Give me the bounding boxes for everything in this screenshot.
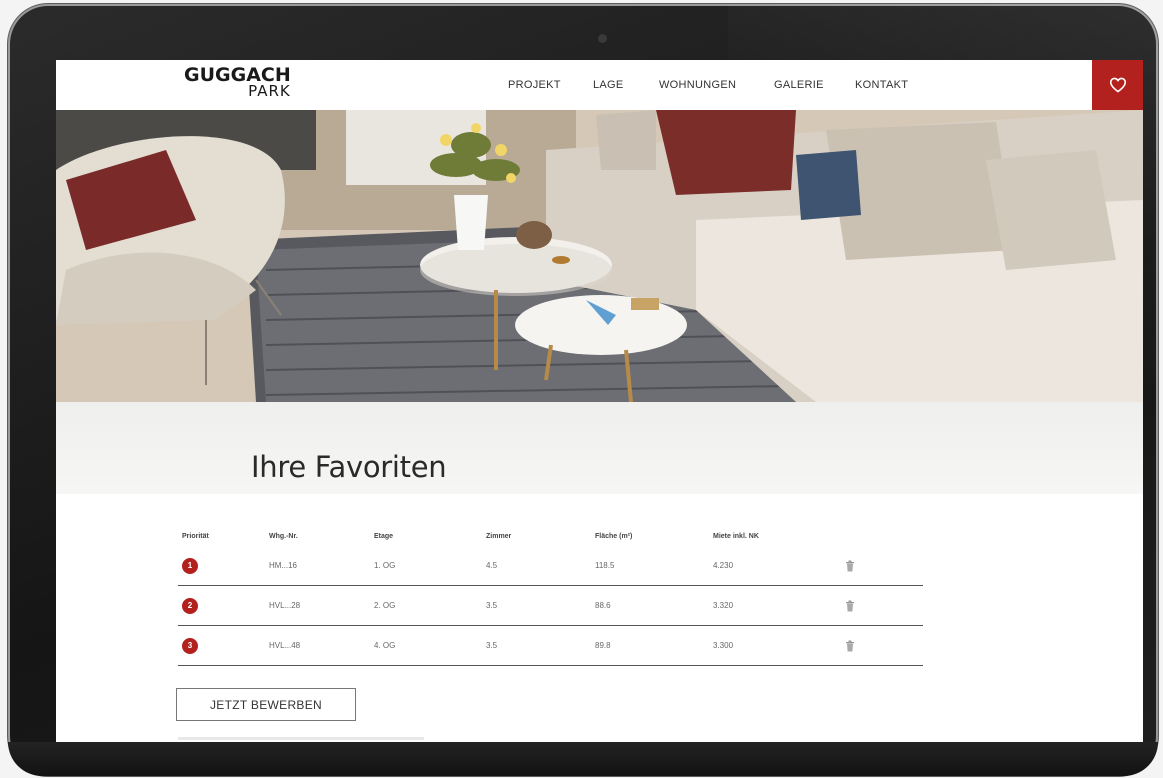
actions-cell bbox=[845, 600, 905, 612]
trash-icon[interactable] bbox=[845, 600, 855, 612]
priority-cell: 2 bbox=[178, 597, 269, 614]
nav-item-projekt[interactable]: PROJEKT bbox=[508, 79, 593, 91]
area-cell: 89.8 bbox=[595, 641, 611, 650]
logo-wordmark-bottom: PARK bbox=[248, 82, 291, 100]
rooms-cell: 3.5 bbox=[486, 641, 498, 650]
priority-cell: 3 bbox=[178, 637, 269, 654]
col-header-area: Fläche (m²) bbox=[595, 532, 633, 540]
webcam bbox=[598, 34, 607, 43]
favorites-button[interactable] bbox=[1092, 60, 1143, 110]
table-row[interactable]: 1 HM...16 1. OG 4.5 118.5 4.230 bbox=[178, 546, 923, 586]
rent-cell: 3.300 bbox=[713, 641, 734, 650]
laptop-frame: GUGGACH PARK PROJEKT LAGE WOHNUNGEN GALE… bbox=[8, 4, 1158, 776]
unit-cell: HVL...28 bbox=[269, 601, 301, 610]
unit-cell: HM...16 bbox=[269, 561, 298, 570]
actions-cell bbox=[845, 640, 905, 652]
priority-cell: 1 bbox=[178, 557, 269, 574]
col-header-priority: Priorität bbox=[182, 532, 209, 540]
area-cell: 88.6 bbox=[595, 601, 611, 610]
col-header-rooms: Zimmer bbox=[486, 532, 512, 540]
rent-cell: 3.320 bbox=[713, 601, 734, 610]
hero-image bbox=[56, 110, 1143, 402]
nav-item-wohnungen[interactable]: WOHNUNGEN bbox=[659, 79, 774, 91]
apply-now-button[interactable]: JETZT BEWERBEN bbox=[176, 688, 356, 721]
priority-badge[interactable]: 3 bbox=[182, 637, 198, 654]
table-row[interactable]: 3 HVL...48 4. OG 3.5 89.8 3.300 bbox=[178, 626, 923, 666]
trash-icon[interactable] bbox=[845, 560, 855, 572]
nav-item-lage[interactable]: LAGE bbox=[593, 79, 659, 91]
nav-item-kontakt[interactable]: KONTAKT bbox=[855, 79, 935, 91]
heart-icon bbox=[1109, 77, 1126, 93]
top-navigation: GUGGACH PARK PROJEKT LAGE WOHNUNGEN GALE… bbox=[56, 60, 1143, 110]
title-band bbox=[56, 402, 1143, 494]
favorites-table: Priorität Whg.-Nr. Etage Zimmer Fläche (… bbox=[178, 526, 923, 666]
favorites-section: Ihre Favoriten Priorität Whg.-Nr. Etage … bbox=[56, 402, 1143, 742]
floor-cell: 2. OG bbox=[374, 601, 396, 610]
table-header: Priorität Whg.-Nr. Etage Zimmer Fläche (… bbox=[178, 526, 923, 546]
rooms-cell: 3.5 bbox=[486, 601, 498, 610]
floor-cell: 1. OG bbox=[374, 561, 396, 570]
actions-cell bbox=[845, 560, 905, 572]
table-row[interactable]: 2 HVL...28 2. OG 3.5 88.6 3.320 bbox=[178, 586, 923, 626]
area-cell: 118.5 bbox=[595, 561, 615, 570]
priority-badge[interactable]: 1 bbox=[182, 557, 198, 574]
col-header-floor: Etage bbox=[374, 532, 394, 540]
unit-cell: HVL...48 bbox=[269, 641, 301, 650]
trash-icon[interactable] bbox=[845, 640, 855, 652]
main-menu: PROJEKT LAGE WOHNUNGEN GALERIE KONTAKT bbox=[508, 79, 935, 91]
website-screen: GUGGACH PARK PROJEKT LAGE WOHNUNGEN GALE… bbox=[56, 60, 1143, 742]
nav-item-galerie[interactable]: GALERIE bbox=[774, 79, 855, 91]
priority-badge[interactable]: 2 bbox=[182, 597, 198, 614]
site-logo[interactable]: GUGGACH PARK bbox=[184, 66, 291, 99]
col-header-rent: Miete inkl. NK bbox=[713, 532, 759, 540]
page-title: Ihre Favoriten bbox=[251, 450, 447, 484]
laptop-bottom-bezel bbox=[8, 742, 1158, 776]
rent-cell: 4.230 bbox=[713, 561, 734, 570]
rooms-cell: 4.5 bbox=[486, 561, 498, 570]
next-button-edge bbox=[178, 737, 424, 740]
col-header-unit: Whg.-Nr. bbox=[269, 532, 298, 540]
floor-cell: 4. OG bbox=[374, 641, 396, 650]
